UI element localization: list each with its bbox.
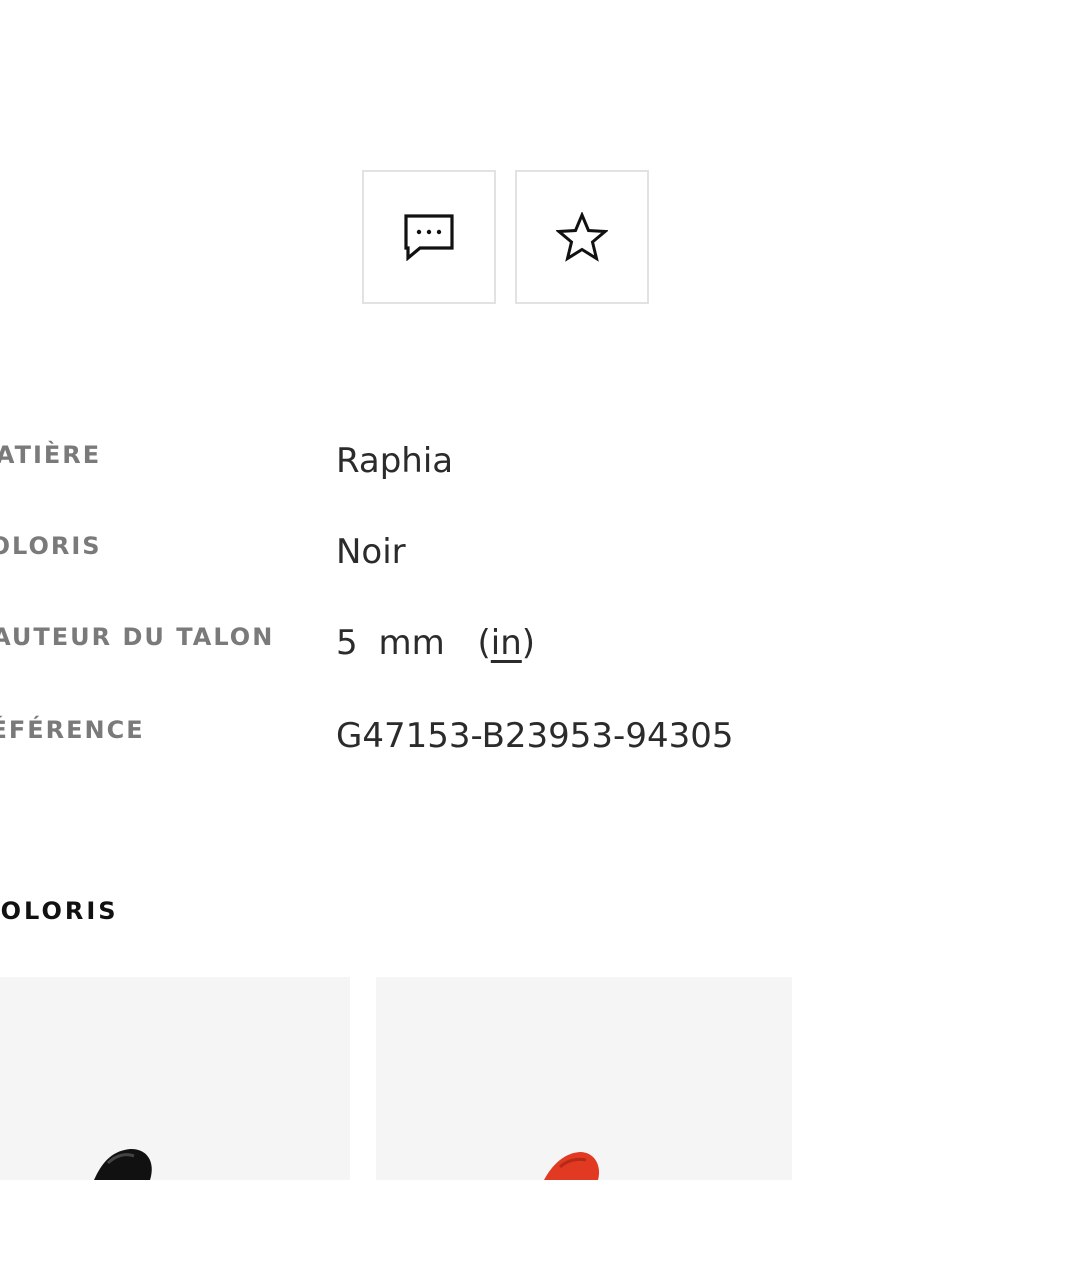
favorite-button[interactable] xyxy=(515,170,649,304)
color-swatch-card-red[interactable] xyxy=(376,977,792,1180)
colors-section-title: COLORIS xyxy=(0,897,119,925)
heel-height-number: 5 xyxy=(336,623,358,663)
unit-paren-open: ( xyxy=(477,623,491,663)
product-details-page: MATIÈRE Raphia COLORIS Noir HAUTEUR DU T… xyxy=(0,0,1080,1280)
spec-value-material: Raphia xyxy=(336,441,454,481)
spec-value-reference: G47153-B23953-94305 xyxy=(336,716,734,756)
shoe-black-image xyxy=(94,1148,152,1180)
chat-bubble-ellipsis-icon xyxy=(404,214,454,261)
unit-paren-close: ) xyxy=(521,623,536,663)
unit-toggle-link[interactable]: in xyxy=(491,623,522,663)
shoe-red-image xyxy=(544,1152,600,1180)
spec-label-material: MATIÈRE xyxy=(0,441,102,469)
spec-value-color: Noir xyxy=(336,532,406,572)
spec-label-reference: RÉFÉRENCE xyxy=(0,716,145,744)
star-outline-icon xyxy=(556,212,608,262)
color-swatch-card-black[interactable] xyxy=(0,977,350,1180)
spec-value-heel-height: 5 mm (in) xyxy=(336,623,535,663)
spec-label-heel-height: HAUTEUR DU TALON xyxy=(0,623,275,651)
contact-button[interactable] xyxy=(362,170,496,304)
spec-label-color: COLORIS xyxy=(0,532,102,560)
heel-height-unit: mm xyxy=(378,623,445,663)
